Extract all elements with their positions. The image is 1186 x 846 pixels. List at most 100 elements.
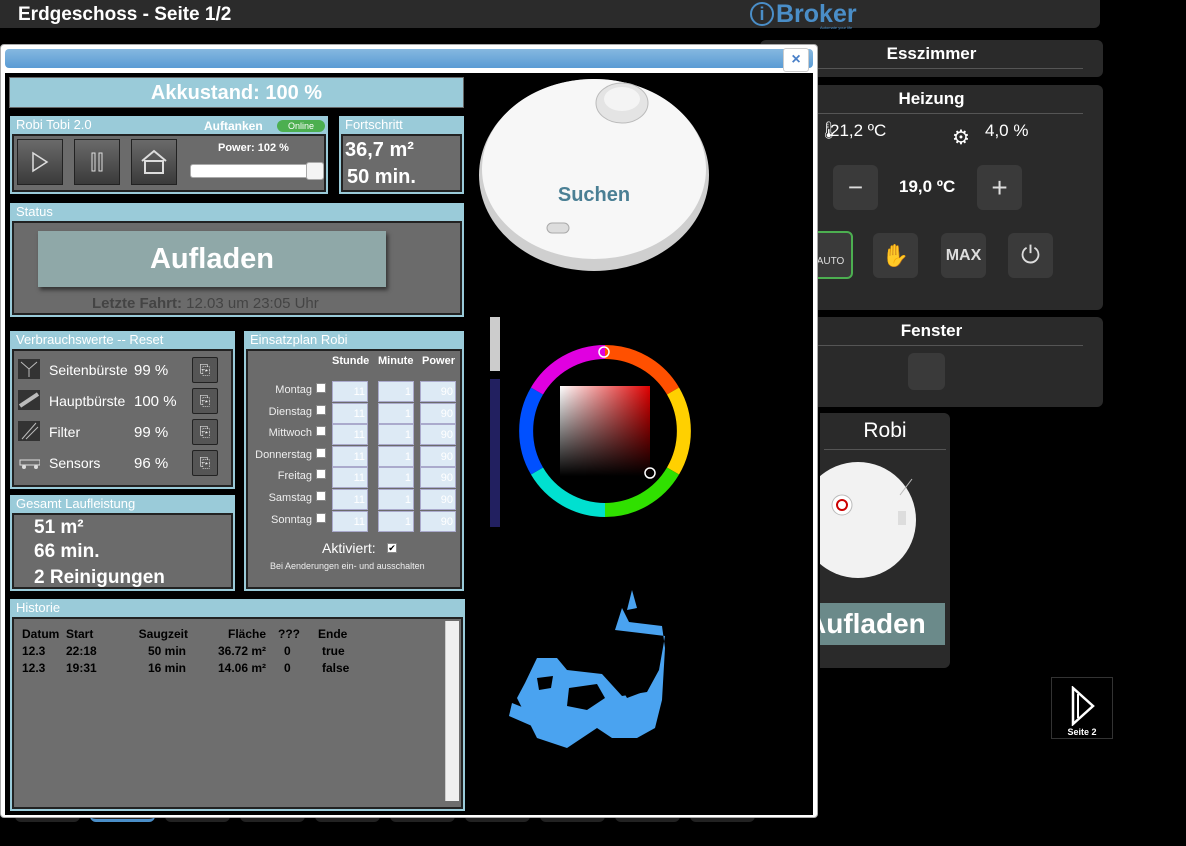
history-table: Datum Start Saugzeit Fläche ??? Ende 12.… <box>20 625 366 676</box>
schedule-day-label: Freitag <box>277 470 312 483</box>
schedule-power-input[interactable]: 90 <box>420 489 456 510</box>
schedule-minute-input[interactable]: 1 <box>378 402 414 424</box>
power-icon[interactable]: ⏻ <box>1008 233 1053 278</box>
seite2-button[interactable]: Seite 2 <box>1051 677 1113 739</box>
history-panel: Historie Datum Start Saugzeit Fläche ???… <box>10 599 465 811</box>
schedule-power-input[interactable]: 90 <box>420 510 456 532</box>
logo-i-icon: i <box>750 2 774 26</box>
find-robot-button[interactable]: Suchen <box>477 73 713 273</box>
schedule-day-checkbox[interactable] <box>316 426 326 437</box>
reset-main-brush-button[interactable]: ⎘ <box>192 388 218 414</box>
schedule-power-input[interactable]: 90 <box>420 467 456 489</box>
window-status-indicator <box>908 353 945 390</box>
mode-max-button[interactable]: MAX <box>941 233 986 278</box>
brightness-slider-track-top[interactable] <box>490 317 500 371</box>
schedule-minute-input[interactable]: 1 <box>378 381 414 402</box>
schedule-hour-input[interactable]: 11 <box>332 489 368 510</box>
history-row: 12.3 22:18 50 min 36.72 m² 0 true <box>22 643 345 658</box>
dialog-titlebar[interactable] <box>5 49 813 68</box>
seite2-label: Seite 2 <box>1067 727 1097 737</box>
robot-state: Auftanken <box>204 119 263 133</box>
reset-sensors-button[interactable]: ⎘ <box>192 450 218 476</box>
power-slider[interactable] <box>190 162 324 180</box>
schedule-power-input[interactable]: 90 <box>420 381 456 402</box>
schedule-hour-input[interactable]: 11 <box>332 402 368 424</box>
progress-title: Fortschritt <box>345 117 403 132</box>
consumables-title: Verbrauchswerte -- Reset <box>16 332 164 347</box>
progress-panel: Fortschritt 36,7 m² 50 min. <box>339 116 464 194</box>
screen: Erdgeschoss - Seite 1/2 i Broker Automate… <box>0 0 1186 846</box>
pause-icon <box>91 152 103 172</box>
manual-hand-icon[interactable]: ✋ <box>873 233 918 278</box>
status-value: Aufladen <box>38 231 386 287</box>
top-bar: Erdgeschoss - Seite 1/2 <box>0 0 1100 28</box>
history-title: Historie <box>16 600 61 615</box>
schedule-header-minute: Minute <box>378 355 414 367</box>
schedule-hour-input[interactable]: 11 <box>332 467 368 489</box>
consumable-row: Seitenbürste 99 % ⎘ <box>14 355 230 383</box>
pause-button[interactable] <box>74 139 120 185</box>
schedule-hour-input[interactable]: 11 <box>332 510 368 532</box>
schedule-hint: Bei Aenderungen ein- und ausschalten <box>270 561 425 571</box>
sensors-icon <box>19 459 40 469</box>
online-badge: Online <box>277 120 325 132</box>
schedule-hour-input[interactable]: 11 <box>332 424 368 446</box>
schedule-minute-input[interactable]: 1 <box>378 424 414 446</box>
schedule-day-checkbox[interactable] <box>316 469 326 480</box>
play-button[interactable] <box>17 139 63 185</box>
schedule-header-power: Power <box>422 355 456 367</box>
power-label: Power: 102 % <box>218 142 289 154</box>
robot-control-panel: Robi Tobi 2.0 Auftanken Online Power: 10… <box>10 116 328 194</box>
schedule-hour-input[interactable]: 11 <box>332 381 368 402</box>
reset-filter-button[interactable]: ⎘ <box>192 419 218 445</box>
schedule-day-label: Samstag <box>268 492 312 504</box>
side-brush-icon <box>18 359 40 379</box>
page-title: Erdgeschoss - Seite 1/2 <box>18 4 232 25</box>
decrease-temp-button[interactable]: − <box>833 165 878 210</box>
schedule-day-checkbox[interactable] <box>316 512 326 523</box>
robi-state-display: Aufladen <box>820 603 945 645</box>
reset-side-brush-button[interactable]: ⎘ <box>192 357 218 383</box>
home-button[interactable] <box>131 139 177 185</box>
color-picker[interactable] <box>517 343 693 519</box>
activated-label: Aktiviert: <box>322 540 376 556</box>
progress-time: 50 min. <box>347 166 416 188</box>
logo-text: Broker <box>776 0 857 28</box>
schedule-day-label: Sonntag <box>271 513 312 526</box>
activated-checkbox[interactable]: ✔ <box>387 543 397 553</box>
schedule-minute-input[interactable]: 1 <box>378 510 414 532</box>
schedule-day-label: Montag <box>275 384 312 396</box>
schedule-power-input[interactable]: 90 <box>420 402 456 424</box>
consumables-panel: Verbrauchswerte -- Reset Seitenbürste 99… <box>10 331 235 489</box>
robi-card[interactable]: Robi Aufladen <box>820 413 950 668</box>
play-icon <box>32 151 49 173</box>
schedule-minute-input[interactable]: 1 <box>378 445 414 467</box>
schedule-day-label: Donnerstag <box>255 448 312 461</box>
increase-temp-button[interactable]: + <box>977 165 1022 210</box>
schedule-power-input[interactable]: 90 <box>420 424 456 446</box>
find-robot-label: Suchen <box>558 184 630 206</box>
schedule-power-input[interactable]: 90 <box>420 445 456 467</box>
valve-position: 4,0 % <box>985 121 1029 140</box>
gears-icon: ⚙ <box>952 127 970 149</box>
total-time: 66 min. <box>34 541 100 562</box>
brightness-slider-track[interactable] <box>490 379 500 527</box>
schedule-title: Einsatzplan Robi <box>250 332 348 347</box>
schedule-minute-input[interactable]: 1 <box>378 489 414 510</box>
schedule-day-checkbox[interactable] <box>316 447 326 458</box>
robi-card-title: Robi <box>863 419 907 442</box>
status-title: Status <box>16 204 53 219</box>
schedule-minute-input[interactable]: 1 <box>378 467 414 489</box>
close-button[interactable]: × <box>783 48 809 72</box>
consumable-row: Sensors 96 % ⎘ <box>14 448 230 476</box>
schedule-day-checkbox[interactable] <box>316 491 326 501</box>
schedule-day-checkbox[interactable] <box>316 383 326 393</box>
schedule-hour-input[interactable]: 11 <box>332 445 368 467</box>
total-panel: Gesamt Laufleistung 51 m² 66 min. 2 Rein… <box>10 495 235 591</box>
schedule-day-checkbox[interactable] <box>316 404 326 415</box>
main-brush-icon <box>18 390 40 410</box>
power-slider-handle[interactable] <box>306 162 324 180</box>
schedule-day-label: Dienstag <box>268 405 312 418</box>
history-scrollbar[interactable] <box>445 621 459 801</box>
progress-area: 36,7 m² <box>345 139 414 161</box>
